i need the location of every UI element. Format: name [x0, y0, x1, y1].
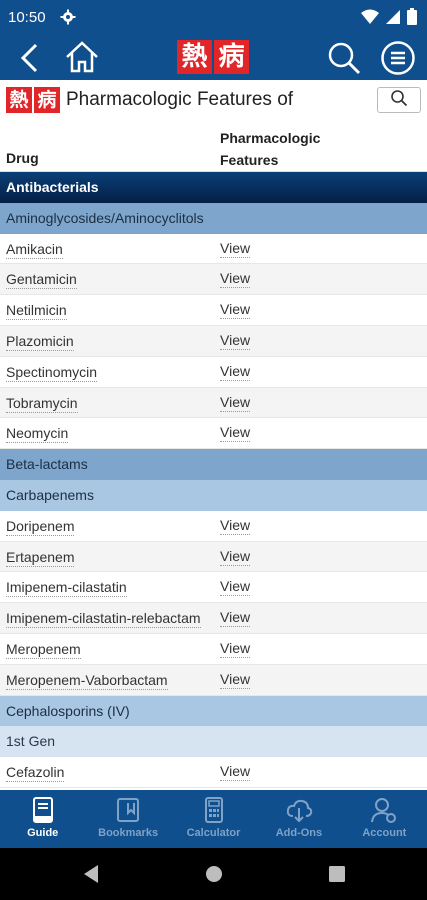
drug-row-imipenem-cilastatin: Imipenem-cilastatin View — [0, 572, 427, 604]
drug-name-link[interactable]: Neomycin — [6, 425, 69, 444]
wifi-icon — [361, 9, 379, 30]
subcategory-header-cephalosporins-iv[interactable]: Cephalosporins (IV) — [0, 695, 427, 727]
back-arrow-icon[interactable] — [14, 42, 46, 74]
drug-row-cefazolin: Cefazolin View — [0, 757, 427, 788]
account-icon — [370, 796, 398, 824]
page-title: Pharmacologic Features of — [66, 89, 294, 110]
drug-row-plazomicin: Plazomicin View — [0, 325, 427, 357]
magnifier-icon — [390, 89, 408, 112]
drug-name-link[interactable]: Spectinomycin — [6, 364, 98, 382]
nav-tab-label: Bookmarks — [98, 827, 159, 839]
subcategory-header-label: Cephalosporins (IV) — [6, 702, 130, 719]
drug-name-link[interactable]: Meropenem — [6, 641, 81, 659]
status-time: 10:50 — [8, 9, 46, 26]
drug-name-link[interactable]: Tobramycin — [6, 395, 78, 413]
drug-row-gentamicin: Gentamicin View — [0, 264, 427, 296]
view-link[interactable]: View — [220, 270, 251, 289]
view-link[interactable]: View — [220, 763, 251, 782]
nav-tab-calculator[interactable]: Calculator — [171, 790, 256, 848]
nav-tab-label: Account — [362, 827, 407, 839]
drug-table: Antibacterials Aminoglycosides/Aminocycli… — [0, 172, 427, 788]
drug-name-link[interactable]: Amikacin — [6, 241, 63, 259]
logo-char-2: 病 — [214, 40, 249, 74]
drug-row-spectinomycin: Spectinomycin View — [0, 357, 427, 388]
app-logo: 熱 病 — [177, 40, 251, 74]
drug-row-meropenem: Meropenem View — [0, 634, 427, 665]
view-link[interactable]: View — [220, 332, 251, 350]
view-link[interactable]: View — [220, 301, 251, 320]
subcategory-header-label: 1st Gen — [6, 733, 56, 750]
system-recents-icon[interactable] — [328, 864, 346, 889]
page-title-bar: 熱 病 Pharmacologic Features of — [0, 80, 427, 122]
category-header-label: Beta-lactams — [6, 456, 88, 473]
section-header-antibacterials[interactable]: Antibacterials — [0, 172, 427, 203]
title-logo-char-1: 熱 — [6, 87, 32, 113]
drug-row-meropenem-vaborbactam: Meropenem-Vaborbactam View — [0, 664, 427, 696]
drug-name-link[interactable]: Imipenem-cilastatin — [6, 579, 127, 598]
column-header-features: Pharmacologic Features — [220, 130, 321, 168]
logo-char-1: 熱 — [177, 40, 212, 74]
subcategory-header-carbapenems[interactable]: Carbapenems — [0, 479, 427, 511]
drug-name-link[interactable]: Ertapenem — [6, 549, 75, 567]
drug-row-neomycin: Neomycin View — [0, 418, 427, 450]
system-back-icon[interactable] — [82, 864, 100, 889]
signal-icon — [385, 9, 401, 30]
calculator-icon — [200, 796, 228, 824]
find-in-page-button[interactable] — [377, 87, 421, 113]
nav-tab-add-ons[interactable]: Add-Ons — [256, 790, 341, 848]
view-link[interactable]: View — [220, 671, 251, 689]
book-icon — [29, 796, 57, 824]
title-logo-char-2: 病 — [34, 87, 60, 113]
drug-row-netilmicin: Netilmicin View — [0, 295, 427, 326]
nav-tab-label: Guide — [27, 827, 59, 839]
status-bar: 10:50 — [0, 0, 427, 34]
bookmark-icon — [114, 796, 142, 824]
view-link[interactable]: View — [220, 517, 251, 535]
battery-icon — [407, 8, 417, 30]
column-header-drug: Drug — [6, 150, 39, 166]
drug-name-link[interactable]: Meropenem-Vaborbactam — [6, 672, 168, 690]
subcategory-header-1st-gen[interactable]: 1st Gen — [0, 726, 427, 758]
home-icon[interactable] — [64, 40, 100, 74]
system-home-icon[interactable] — [205, 864, 223, 889]
view-link[interactable]: View — [220, 240, 251, 258]
category-header-beta-lactams[interactable]: Beta-lactams — [0, 449, 427, 480]
view-link[interactable]: View — [220, 363, 251, 381]
view-link[interactable]: View — [220, 394, 251, 412]
nav-tab-label: Add-Ons — [275, 827, 323, 839]
view-link[interactable]: View — [220, 548, 251, 566]
download-icon — [285, 796, 313, 824]
drug-name-link[interactable]: Cefazolin — [6, 764, 65, 783]
nav-tab-label: Calculator — [186, 827, 241, 839]
bottom-nav: Guide Bookmarks Calculator Add-Ons Account — [0, 790, 427, 848]
drug-name-link[interactable]: Imipenem-cilastatin-relebactam — [6, 610, 201, 629]
category-header-label: Aminoglycosides/Aminocyclitols — [6, 209, 204, 226]
subcategory-header-label: Carbapenems — [6, 486, 94, 503]
section-header-label: Antibacterials — [6, 179, 99, 195]
category-header-aminoglycosides-aminocyclitols[interactable]: Aminoglycosides/Aminocyclitols — [0, 202, 427, 234]
settings-gear-icon — [60, 9, 76, 30]
title-logo: 熱 病 — [6, 87, 60, 113]
nav-tab-bookmarks[interactable]: Bookmarks — [85, 790, 170, 848]
table-header: Drug Pharmacologic Features — [0, 122, 427, 172]
view-link[interactable]: View — [220, 609, 251, 628]
drug-name-link[interactable]: Netilmicin — [6, 302, 67, 321]
nav-tab-guide[interactable]: Guide — [0, 790, 85, 848]
drug-name-link[interactable]: Gentamicin — [6, 271, 77, 290]
drug-name-link[interactable]: Plazomicin — [6, 333, 74, 351]
drug-row-imipenem-cilastatin-relebactam: Imipenem-cilastatin-relebactam View — [0, 603, 427, 634]
drug-row-ertapenem: Ertapenem View — [0, 541, 427, 573]
search-icon[interactable] — [326, 40, 362, 76]
view-link[interactable]: View — [220, 424, 251, 443]
drug-row-tobramycin: Tobramycin View — [0, 387, 427, 419]
view-link[interactable]: View — [220, 640, 251, 658]
view-link[interactable]: View — [220, 578, 251, 597]
system-nav-bar — [0, 848, 427, 900]
drug-name-link[interactable]: Doripenem — [6, 518, 75, 536]
nav-tab-account[interactable]: Account — [342, 790, 427, 848]
app-bar: 熱 病 — [0, 34, 427, 80]
menu-icon[interactable] — [380, 40, 416, 76]
drug-row-amikacin: Amikacin View — [0, 234, 427, 265]
drug-row-doripenem: Doripenem View — [0, 511, 427, 542]
